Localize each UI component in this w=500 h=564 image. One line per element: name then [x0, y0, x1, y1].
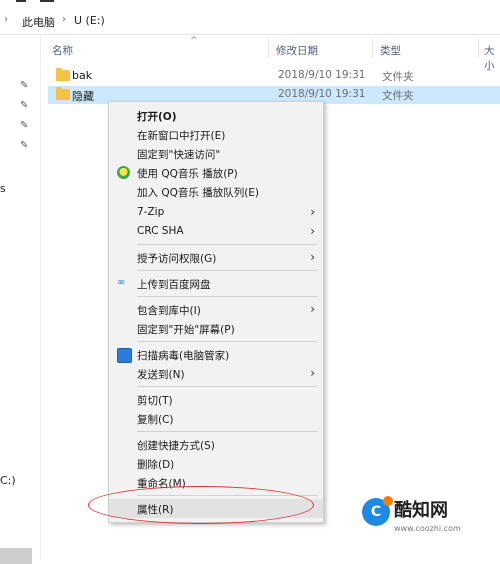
menu-item-label: 7-Zip: [137, 206, 165, 218]
title-bar-sliver: [0, 0, 500, 8]
column-date[interactable]: 修改日期: [276, 43, 318, 58]
pin-icon[interactable]: ✎: [20, 80, 30, 91]
menu-item-7zip[interactable]: 7-Zip ›: [109, 203, 323, 222]
menu-item-cut[interactable]: 剪切(T): [109, 390, 323, 409]
chevron-right-icon: ›: [4, 14, 8, 25]
brand-logo: C: [362, 496, 393, 526]
chevron-right-icon: ›: [62, 14, 66, 25]
context-menu: 打开(O) 在新窗口中打开(E) 固定到"快速访问" 使用 QQ音乐 播放(P)…: [108, 101, 324, 523]
menu-item-label: 创建快捷方式(S): [137, 440, 215, 452]
sort-caret-icon: ^: [190, 36, 198, 46]
menu-item-pin-start[interactable]: 固定到"开始"屏幕(P): [109, 319, 323, 338]
menu-item-include-library[interactable]: 包含到库中(I) ›: [109, 300, 323, 319]
file-date: 2018/9/10 19:31: [278, 69, 366, 81]
watermark-url: www.coozhi.com: [394, 524, 461, 533]
navigation-pane: ✎ ✎ ✎ ✎ s C:): [0, 36, 41, 564]
pin-icon[interactable]: ✎: [20, 120, 30, 131]
menu-item-upload-baidu[interactable]: ∞ 上传到百度网盘: [109, 274, 323, 293]
menu-item-scan-virus[interactable]: 扫描病毒(电脑管家): [109, 345, 323, 364]
menu-item-label: 复制(C): [137, 414, 174, 426]
menu-separator: [137, 244, 317, 245]
cloud-icon: ∞: [117, 277, 126, 288]
menu-separator: [137, 341, 317, 342]
qq-music-icon: [117, 166, 130, 179]
watermark: C 酷知网 www.coozhi.com: [362, 494, 492, 544]
breadcrumb-this-pc[interactable]: 此电脑: [22, 14, 55, 30]
watermark-title: 酷知网: [394, 500, 448, 521]
chevron-right-icon: ›: [310, 205, 315, 219]
menu-item-send-to[interactable]: 发送到(N) ›: [109, 364, 323, 383]
menu-item-grant-access[interactable]: 授予访问权限(G) ›: [109, 248, 323, 267]
menu-item-label: 使用 QQ音乐 播放(P): [137, 168, 238, 180]
menu-item-label: 在新窗口中打开(E): [137, 130, 226, 142]
shield-icon: [117, 348, 132, 363]
pin-icon[interactable]: ✎: [20, 100, 30, 111]
menu-item-label: 授予访问权限(G): [137, 253, 217, 265]
menu-separator: [137, 270, 317, 271]
file-name: 隐藏: [72, 90, 94, 103]
address-bar[interactable]: › 此电脑 › U (E:): [0, 8, 500, 35]
pin-icon[interactable]: ✎: [20, 140, 30, 151]
breadcrumb-drive[interactable]: U (E:): [74, 14, 105, 27]
file-name: bak: [72, 69, 93, 82]
menu-item-copy[interactable]: 复制(C): [109, 409, 323, 428]
file-type: 文件夹: [382, 90, 414, 102]
chevron-right-icon: ›: [310, 224, 315, 238]
menu-item-label: 上传到百度网盘: [137, 279, 211, 291]
menu-separator: [137, 431, 317, 432]
menu-item-label: 包含到库中(I): [137, 305, 201, 317]
column-type[interactable]: 类型: [380, 43, 401, 58]
chevron-right-icon: ›: [310, 250, 315, 264]
chevron-right-icon: ›: [310, 302, 315, 316]
column-name[interactable]: 名称: [52, 43, 73, 58]
nav-item-selected[interactable]: [0, 548, 32, 564]
menu-item-label: CRC SHA: [137, 225, 184, 237]
menu-item-label: 发送到(N): [137, 369, 185, 381]
menu-item-qqmusic-queue[interactable]: 加入 QQ音乐 播放队列(E): [109, 182, 323, 201]
menu-item-label: 固定到"快速访问": [137, 149, 221, 161]
menu-item-label: 打开(O): [137, 111, 177, 123]
nav-item-stub[interactable]: C:): [0, 474, 16, 487]
menu-separator: [137, 296, 317, 297]
annotation-circle: [88, 486, 314, 524]
menu-item-open[interactable]: 打开(O): [109, 106, 323, 125]
menu-item-label: 剪切(T): [137, 395, 173, 407]
menu-item-delete[interactable]: 删除(D): [109, 454, 323, 473]
menu-item-label: 删除(D): [137, 459, 175, 471]
column-header: ^ 名称 修改日期 类型 大小: [40, 36, 500, 72]
menu-item-qqmusic-play[interactable]: 使用 QQ音乐 播放(P): [109, 163, 323, 182]
nav-item-stub[interactable]: s: [0, 182, 6, 195]
menu-item-create-shortcut[interactable]: 创建快捷方式(S): [109, 435, 323, 454]
file-row[interactable]: bak 2018/9/10 19:31 文件夹: [48, 67, 500, 85]
menu-item-pin-quick-access[interactable]: 固定到"快速访问": [109, 144, 323, 163]
menu-item-label: 固定到"开始"屏幕(P): [137, 324, 235, 336]
menu-item-crc-sha[interactable]: CRC SHA ›: [109, 222, 323, 241]
menu-item-label: 加入 QQ音乐 播放队列(E): [137, 187, 260, 199]
menu-separator: [137, 386, 317, 387]
menu-item-open-new-window[interactable]: 在新窗口中打开(E): [109, 125, 323, 144]
file-date: 2018/9/10 19:31: [278, 88, 366, 100]
menu-item-label: 扫描病毒(电脑管家): [137, 350, 230, 362]
folder-icon: [56, 87, 70, 100]
chevron-right-icon: ›: [310, 366, 315, 380]
file-type: 文件夹: [382, 71, 414, 83]
folder-icon: [56, 68, 70, 81]
